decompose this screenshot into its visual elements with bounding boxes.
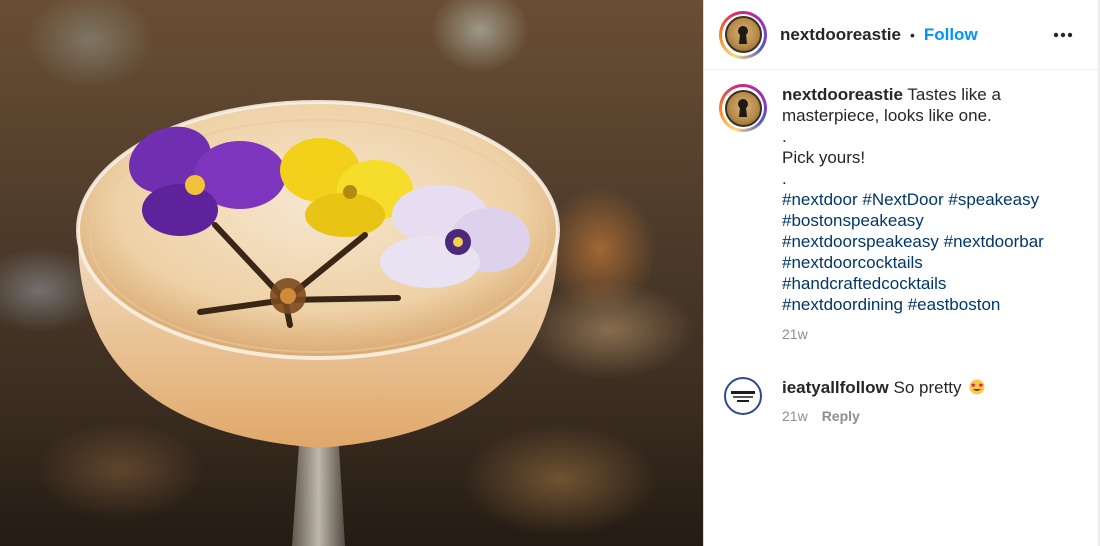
commenter-avatar[interactable]: [719, 372, 767, 420]
keyhole-logo-icon: [724, 89, 762, 127]
post-image[interactable]: [0, 0, 703, 546]
hashtag-link[interactable]: #handcraftedcocktails: [782, 274, 946, 293]
hashtag-link[interactable]: #speakeasy: [948, 190, 1039, 209]
caption-dot: .: [782, 127, 787, 146]
hashtag-link[interactable]: #bostonspeakeasy: [782, 211, 924, 230]
heart-eyes-emoji-icon: [969, 379, 985, 395]
caption-username[interactable]: nextdooreastie: [782, 85, 903, 104]
comment-message: So pretty: [893, 378, 962, 397]
hashtag-link[interactable]: #nextdoor: [782, 190, 858, 209]
commenter-username[interactable]: ieatyallfollow: [782, 378, 889, 397]
author-avatar[interactable]: [719, 10, 767, 59]
comment-text: ieatyallfollow So pretty: [782, 377, 985, 398]
more-horizontal-icon[interactable]: [1050, 22, 1076, 48]
hashtag-link[interactable]: #nextdoorspeakeasy: [782, 232, 939, 251]
comment-timestamp[interactable]: 21w: [782, 408, 808, 424]
caption-timestamp[interactable]: 21w: [782, 324, 1072, 345]
hashtag-link[interactable]: #eastboston: [908, 295, 1001, 314]
hashtag-link[interactable]: #nextdoordining: [782, 295, 903, 314]
hashtag-link[interactable]: #nextdoorcocktails: [782, 253, 923, 272]
hashtag-link[interactable]: #NextDoor: [862, 190, 943, 209]
reply-button[interactable]: Reply: [822, 408, 860, 424]
follow-button[interactable]: Follow: [924, 25, 978, 45]
hashtag-link[interactable]: #nextdoorbar: [944, 232, 1044, 251]
post-details-panel: nextdooreastie • Follow nextdooreastie T…: [703, 0, 1100, 546]
cocktail-illustration: [76, 100, 560, 546]
caption-line-2: Pick yours!: [782, 148, 866, 167]
separator-dot: •: [909, 26, 915, 43]
keyhole-logo-icon: [724, 16, 762, 53]
comment-item: ieatyallfollow So pretty 21w Reply: [719, 372, 1089, 424]
post-caption: nextdooreastie Tastes like a masterpiece…: [719, 84, 1089, 345]
caption-author-avatar[interactable]: [719, 84, 767, 132]
ieatyallfollow-logo-icon: [731, 391, 755, 402]
caption-text: nextdooreastie Tastes like a masterpiece…: [782, 84, 1072, 345]
post-header: nextdooreastie • Follow: [704, 0, 1100, 70]
caption-dot: .: [782, 169, 787, 188]
author-username[interactable]: nextdooreastie: [780, 25, 901, 45]
